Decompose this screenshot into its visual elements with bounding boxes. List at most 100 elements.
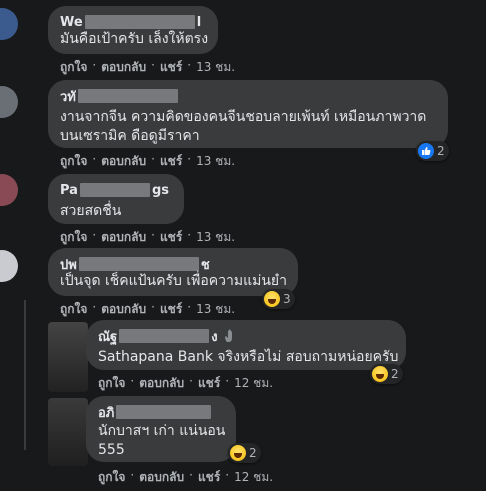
comment-text: บนเซรามิค ดือดูมีราคา — [60, 128, 200, 144]
author-name[interactable]: ณัฐ ง — [98, 328, 394, 345]
share-link[interactable]: แชร์ — [160, 228, 182, 247]
author-name[interactable]: Pa gs — [60, 182, 172, 198]
name-prefix: We — [60, 14, 83, 30]
reply-bubble: อภิ นักบาสฯ เก่า แน่นอน 555 — [86, 396, 236, 462]
comment-bubble: We l มันคือเป้าครับ เล็งให้ตรง — [48, 6, 218, 54]
reply-link[interactable]: ตอบกลับ — [139, 374, 184, 393]
separator: · — [151, 300, 155, 314]
separator: · — [151, 58, 155, 72]
comment-text: สวยสดชื่น — [60, 203, 122, 219]
comment-text: นักบาสฯ เก่า แน่นอน — [98, 423, 226, 439]
avatar[interactable] — [48, 322, 88, 392]
comment-bubble: วทั งานจากจีน ความคิดของคนจีนชอบลายเพ้นท… — [48, 80, 448, 148]
reaction-badge[interactable]: 2 — [228, 443, 261, 463]
comment-actions: ถูกใจ · ตอบกลับ · แชร์ · 12 ชม. — [98, 374, 273, 393]
like-link[interactable]: ถูกใจ — [60, 152, 87, 171]
comment-actions: ถูกใจ · ตอบกลับ · แชร์ · 13 ชม. — [60, 152, 235, 171]
avatar[interactable] — [0, 250, 18, 282]
share-link[interactable]: แชร์ — [160, 152, 182, 171]
separator: · — [92, 300, 97, 314]
redacted-name — [119, 329, 210, 343]
timestamp[interactable]: 12 ชม. — [234, 374, 273, 393]
separator: · — [92, 228, 97, 242]
avatar[interactable] — [48, 398, 88, 466]
reaction-count: 2 — [437, 144, 445, 158]
author-name[interactable]: อภิ — [98, 404, 224, 421]
like-link[interactable]: ถูกใจ — [60, 58, 87, 77]
name-suffix: l — [196, 14, 202, 30]
name-prefix: Pa — [60, 182, 78, 198]
reaction-count: 2 — [391, 367, 399, 381]
like-link[interactable]: ถูกใจ — [60, 300, 87, 319]
waving-hand-icon — [224, 329, 238, 343]
comment-actions: ถูกใจ · ตอบกลับ · แชร์ · 12 ชม. — [98, 468, 273, 487]
separator: · — [92, 58, 97, 72]
reply-link[interactable]: ตอบกลับ — [101, 228, 146, 247]
author-name[interactable]: วทั — [60, 88, 436, 105]
separator: · — [189, 468, 193, 482]
timestamp[interactable]: 13 ชม. — [196, 58, 235, 77]
separator: · — [151, 152, 155, 166]
redacted-name — [79, 183, 150, 197]
comment-actions: ถูกใจ · ตอบกลับ · แชร์ · 13 ชม. — [60, 228, 235, 247]
reply-bubble: ณัฐ ง Sathapana Bank จริงหรือไม่ สอบถามห… — [86, 320, 406, 370]
separator: · — [92, 152, 97, 166]
comment-text: 555 — [98, 442, 125, 458]
separator: · — [130, 374, 135, 388]
like-link[interactable]: ถูกใจ — [98, 374, 125, 393]
reaction-count: 3 — [283, 292, 291, 306]
like-icon — [418, 143, 434, 159]
redacted-name — [116, 405, 212, 419]
redacted-name — [84, 15, 195, 29]
avatar[interactable] — [0, 8, 18, 40]
reply-link[interactable]: ตอบกลับ — [101, 58, 146, 77]
reaction-badge[interactable]: 2 — [370, 364, 403, 384]
separator: · — [187, 152, 192, 166]
reply-link[interactable]: ตอบกลับ — [101, 152, 146, 171]
comment-text: เป็นจุด เช็คแป้นครับ เพื่อความแม่นยำ — [60, 273, 287, 289]
avatar[interactable] — [0, 174, 18, 206]
reaction-badge[interactable]: 3 — [262, 289, 295, 309]
separator: · — [130, 468, 135, 482]
share-link[interactable]: แชร์ — [198, 468, 220, 487]
author-name[interactable]: We l — [60, 14, 206, 30]
separator: · — [225, 468, 230, 482]
timestamp[interactable]: 13 ชม. — [196, 152, 235, 171]
share-link[interactable]: แชร์ — [198, 374, 220, 393]
comment-bubble: ปพ ช เป็นจุด เช็คแป้นครับ เพื่อความแม่นย… — [48, 248, 298, 296]
comment-text: Sathapana Bank จริงหรือไม่ สอบถามหน่อยคร… — [98, 349, 399, 365]
reply-link[interactable]: ตอบกลับ — [139, 468, 184, 487]
share-link[interactable]: แชร์ — [160, 300, 182, 319]
separator: · — [189, 374, 193, 388]
redacted-name — [77, 89, 178, 103]
name-prefix: อภิ — [98, 405, 115, 421]
share-link[interactable]: แชร์ — [160, 58, 182, 77]
timestamp[interactable]: 12 ชม. — [234, 468, 273, 487]
comment-text: งานจากจีน ความคิดของคนจีนชอบลายเพ้นท์ เห… — [60, 109, 427, 125]
separator: · — [187, 58, 192, 72]
separator: · — [187, 228, 192, 242]
name-suffix: gs — [151, 182, 169, 198]
like-link[interactable]: ถูกใจ — [60, 228, 87, 247]
like-link[interactable]: ถูกใจ — [98, 468, 125, 487]
name-prefix: วทั — [60, 89, 76, 105]
comment-text: มันคือเป้าครับ เล็งให้ตรง — [60, 31, 209, 47]
thread-line — [24, 300, 26, 450]
comment-bubble: Pa gs สวยสดชื่น — [48, 174, 184, 224]
name-prefix: ณัฐ — [98, 329, 118, 345]
reply-link[interactable]: ตอบกลับ — [101, 300, 146, 319]
separator: · — [151, 228, 155, 242]
separator: · — [187, 300, 192, 314]
avatar[interactable] — [0, 86, 18, 118]
separator: · — [225, 374, 230, 388]
reaction-count: 2 — [249, 446, 257, 460]
redacted-name — [78, 257, 199, 271]
reaction-badge[interactable]: 2 — [416, 141, 449, 161]
haha-icon — [264, 291, 280, 307]
timestamp[interactable]: 13 ชม. — [196, 300, 235, 319]
haha-icon — [230, 445, 246, 461]
comment-actions: ถูกใจ · ตอบกลับ · แชร์ · 13 ชม. — [60, 58, 235, 77]
name-suffix: ง — [211, 329, 218, 345]
timestamp[interactable]: 13 ชม. — [196, 228, 235, 247]
author-name[interactable]: ปพ ช — [60, 256, 286, 273]
